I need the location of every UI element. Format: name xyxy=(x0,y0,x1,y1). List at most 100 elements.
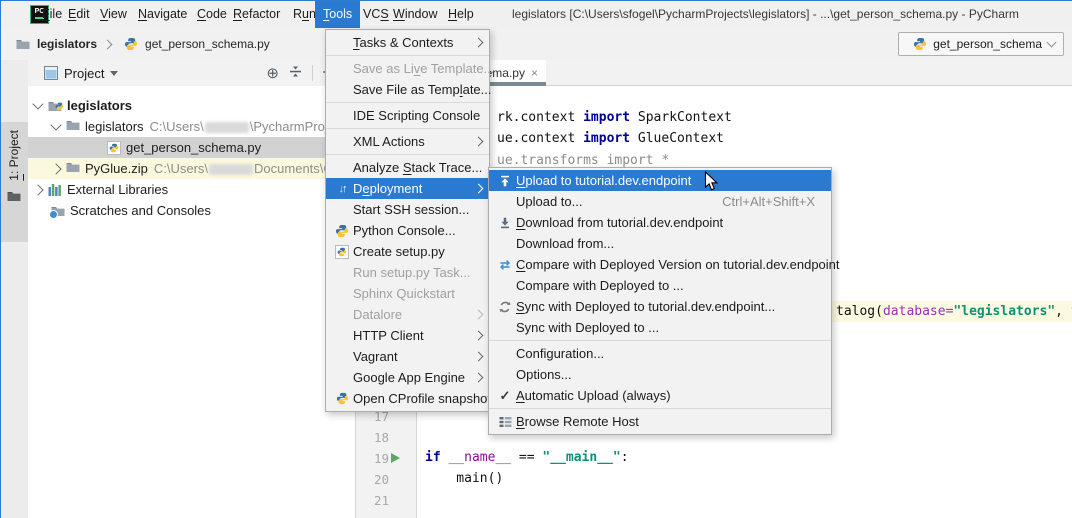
tools-menu-item-run-setup-py-task[interactable]: Run setup.py Task... xyxy=(326,262,489,283)
gutter-line-number: 19 xyxy=(359,448,389,469)
upload-icon xyxy=(499,175,511,187)
tools-menu-item-tasks-contexts[interactable]: Tasks & Contexts xyxy=(326,32,489,53)
scratches-slot xyxy=(51,205,65,217)
tools-menu-popup: Tasks & Contexts Save as Live Template...… xyxy=(325,29,490,412)
tree-item-scratches-and-consoles[interactable]: Scratches and Consoles xyxy=(28,200,355,221)
tools-menu-item-datalore[interactable]: Datalore xyxy=(326,304,489,325)
tree-item-label: PyGlue.zip xyxy=(85,161,148,176)
folder-slot xyxy=(66,119,80,134)
python-file-slot xyxy=(107,141,121,155)
tree-item-legislators-src[interactable]: legislatorsC:\Users\\PycharmProjects\leg… xyxy=(28,116,355,137)
chevron-right-icon[interactable] xyxy=(50,163,61,174)
chevron-right-icon[interactable] xyxy=(32,184,43,195)
tools-menu-item-deployment[interactable]: ↓↑Deployment xyxy=(326,178,489,199)
code-line: if __name__ == "__main__": xyxy=(425,447,629,468)
tools-menu-item-open-cprofile-snapshot[interactable]: Open CProfile snapshot xyxy=(326,388,489,409)
menu-item-label: Upload to tutorial.dev.endpoint xyxy=(516,173,691,188)
chevron-down-icon[interactable] xyxy=(110,71,118,76)
menu-item-label: Compare with Deployed to ... xyxy=(516,278,684,293)
menubar-item-window[interactable]: Window xyxy=(385,0,445,28)
menu-separator xyxy=(326,55,489,56)
gutter-line-number: 21 xyxy=(359,490,389,511)
deployment-submenu-item-compare-with-deployed-to[interactable]: Compare with Deployed to ... xyxy=(489,275,831,296)
deployment-submenu-item-compare-with-deployed-version[interactable]: ⇄Compare with Deployed Version on tutori… xyxy=(489,254,831,275)
libraries-slot xyxy=(48,183,62,196)
deployment-submenu-item-upload-to-endpoint[interactable]: Upload to tutorial.dev.endpoint xyxy=(489,170,831,191)
deployment-submenu-item-configuration[interactable]: Configuration... xyxy=(489,343,831,364)
deployment-submenu-item-browse-remote-host[interactable]: Browse Remote Host xyxy=(489,411,831,432)
sync-icon-slot xyxy=(494,300,516,314)
chevron-down-icon[interactable] xyxy=(32,98,43,109)
download-icon xyxy=(499,217,511,229)
submenu-arrow-icon xyxy=(474,184,484,194)
external-libraries-icon xyxy=(48,183,62,196)
menu-item-label: Sync with Deployed to tutorial.dev.endpo… xyxy=(516,299,775,314)
tools-menu-item-analyze-stack-trace[interactable]: Analyze Stack Trace... xyxy=(326,157,489,178)
window-title: legislators [C:\Users\sfogel\PycharmProj… xyxy=(512,0,1019,28)
tree-item-label: legislators xyxy=(67,98,132,113)
deployment-submenu-item-download-from-endpoint[interactable]: Download from tutorial.dev.endpoint xyxy=(489,212,831,233)
submenu-arrow-icon xyxy=(474,373,484,383)
deploy-icon-slot: ↓↑ xyxy=(331,183,353,195)
menubar-item-navigate[interactable]: Navigate xyxy=(130,0,195,28)
menu-item-label: Tasks & Contexts xyxy=(353,35,453,50)
run-configuration-select[interactable]: get_person_schema xyxy=(898,32,1064,56)
redacted-username xyxy=(209,164,253,175)
deployment-submenu-item-sync-with-deployed-endpoint[interactable]: Sync with Deployed to tutorial.dev.endpo… xyxy=(489,296,831,317)
menu-separator xyxy=(489,340,831,341)
check-icon-slot: ✓ xyxy=(494,388,516,404)
tool-window-stripe: 1: Project xyxy=(0,60,29,518)
project-panel-header[interactable]: Project ⊕ xyxy=(28,60,355,86)
chevron-down-icon xyxy=(1047,38,1057,48)
menu-item-label: Configuration... xyxy=(516,346,604,361)
redacted-username xyxy=(205,122,249,133)
tools-menu-item-google-app-engine[interactable]: Google App Engine xyxy=(326,367,489,388)
pyfile-icon-slot xyxy=(331,245,353,259)
run-line-marker-icon[interactable] xyxy=(391,453,400,463)
menu-item-label: HTTP Client xyxy=(353,328,424,343)
menubar-item-view[interactable]: View xyxy=(92,0,135,28)
menubar-item-tools[interactable]: Tools xyxy=(315,0,360,28)
tools-menu-item-create-setup-py[interactable]: Create setup.py xyxy=(326,241,489,262)
mouse-cursor xyxy=(704,171,719,197)
menu-separator xyxy=(326,102,489,103)
tree-item-external-libraries[interactable]: External Libraries xyxy=(28,179,355,200)
breadcrumb-project[interactable]: legislators xyxy=(37,37,97,51)
deployment-submenu-item-automatic-upload[interactable]: ✓Automatic Upload (always) xyxy=(489,385,831,406)
locate-file-icon[interactable]: ⊕ xyxy=(266,66,279,81)
window-border-top xyxy=(0,0,1072,1)
tools-menu-item-start-ssh-session[interactable]: Start SSH session... xyxy=(326,199,489,220)
tools-menu-item-http-client[interactable]: HTTP Client xyxy=(326,325,489,346)
tree-item-legislators-root[interactable]: legislators xyxy=(28,95,355,116)
close-icon[interactable]: × xyxy=(531,66,538,80)
tools-menu-item-xml-actions[interactable]: XML Actions xyxy=(326,131,489,152)
collapse-all-icon[interactable] xyxy=(289,65,302,81)
download-icon-slot xyxy=(494,217,516,229)
tool-window-button-project[interactable]: 1: Project xyxy=(0,122,28,242)
menubar-item-refactor[interactable]: Refactor xyxy=(225,0,288,28)
deployment-submenu-item-options[interactable]: Options... xyxy=(489,364,831,385)
deployment-submenu-item-download-from[interactable]: Download from... xyxy=(489,233,831,254)
python-file-icon xyxy=(124,37,138,51)
tree-item-label: get_person_schema.py xyxy=(126,140,261,155)
tools-menu-item-ide-scripting-console[interactable]: IDE Scripting Console xyxy=(326,105,489,126)
menu-item-label: Create setup.py xyxy=(353,244,445,259)
tree-item-pyglue-zip[interactable]: PyGlue.zipC:\Users\Documents\Glue\ xyxy=(28,158,355,179)
deployment-submenu-item-upload-to[interactable]: Upload to...Ctrl+Alt+Shift+X xyxy=(489,191,831,212)
toolbar-divider xyxy=(312,65,313,81)
menu-item-label: Download from tutorial.dev.endpoint xyxy=(516,215,723,230)
chevron-down-icon[interactable] xyxy=(50,119,61,130)
tools-menu-item-sphinx-quickstart[interactable]: Sphinx Quickstart xyxy=(326,283,489,304)
tools-menu-item-python-console[interactable]: Python Console... xyxy=(326,220,489,241)
menubar-item-help[interactable]: Help xyxy=(440,0,482,28)
menu-item-label: XML Actions xyxy=(353,134,425,149)
browse-icon-slot xyxy=(494,416,516,428)
tools-menu-item-save-as-live-template[interactable]: Save as Live Template... xyxy=(326,58,489,79)
deployment-submenu-item-sync-with-deployed-to[interactable]: Sync with Deployed to ... xyxy=(489,317,831,338)
tree-item-get-person-schema-py[interactable]: get_person_schema.py xyxy=(28,137,355,158)
breadcrumb-file[interactable]: get_person_schema.py xyxy=(145,37,270,51)
tools-menu-item-save-file-as-template[interactable]: Save File as Template... xyxy=(326,79,489,100)
tools-menu-item-vagrant[interactable]: Vagrant xyxy=(326,346,489,367)
menu-item-label: Automatic Upload (always) xyxy=(516,388,671,403)
folder-icon xyxy=(66,119,80,134)
